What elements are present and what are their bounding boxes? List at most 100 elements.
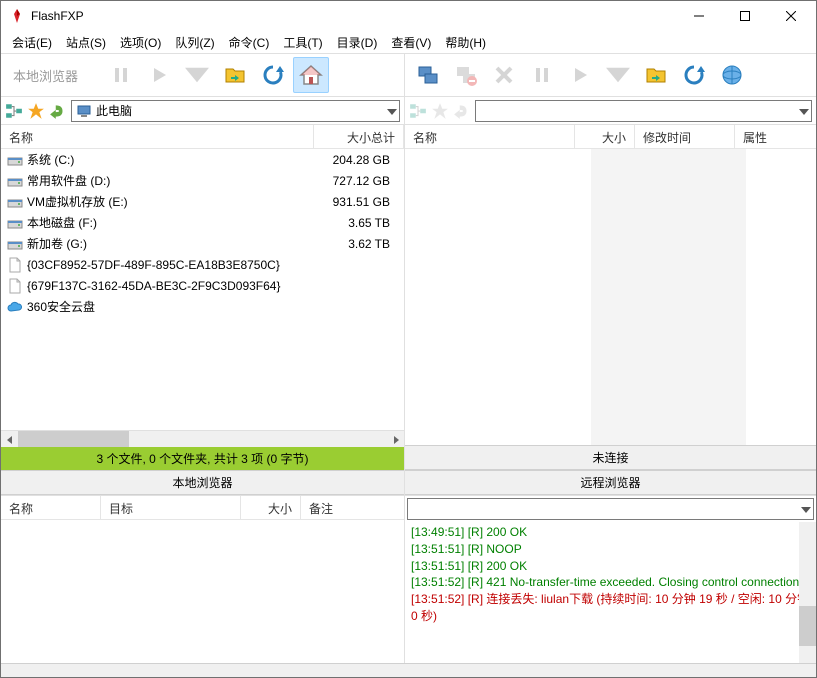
local-path-combo[interactable]: 此电脑 <box>71 100 400 122</box>
play-button[interactable] <box>141 57 177 93</box>
menu-options[interactable]: 选项(O) <box>113 32 168 53</box>
local-list-header: 名称 大小总计 <box>1 125 404 149</box>
chevron-down-icon <box>799 104 809 118</box>
file-row[interactable]: 360安全云盘 <box>1 296 404 317</box>
play-dropdown[interactable] <box>179 57 215 93</box>
menu-view[interactable]: 查看(V) <box>384 32 438 53</box>
col-r-size[interactable]: 大小 <box>575 125 635 148</box>
menu-directory[interactable]: 目录(D) <box>330 32 385 53</box>
close-button[interactable] <box>768 1 814 31</box>
log-line: [13:51:52] [R] 连接丢失: liulan下载 (持续时间: 10 … <box>411 591 810 625</box>
app-title: FlashFXP <box>31 9 676 23</box>
col-q-remark[interactable]: 备注 <box>301 496 404 519</box>
drive-icon <box>7 215 23 231</box>
col-r-attr[interactable]: 属性 <box>735 125 816 148</box>
file-row[interactable]: 本地磁盘 (F:)3.65 TB <box>1 212 404 233</box>
remote-back-icon[interactable] <box>453 102 471 120</box>
statusbar <box>1 663 816 677</box>
log-line: [13:49:51] [R] 200 OK <box>411 524 810 541</box>
pause-button[interactable] <box>103 57 139 93</box>
scroll-thumb-v[interactable] <box>799 606 816 646</box>
col-name[interactable]: 名称 <box>1 125 314 148</box>
queue-list[interactable] <box>1 520 404 663</box>
disconnect-button[interactable] <box>448 57 484 93</box>
file-row[interactable]: {03CF8952-57DF-489F-895C-EA18B3E8750C} <box>1 254 404 275</box>
app-window: FlashFXP 会话(E) 站点(S) 选项(O) 队列(Z) 命令(C) 工… <box>0 0 817 678</box>
remote-refresh-button[interactable] <box>676 57 712 93</box>
file-name: {679F137C-3162-45DA-BE3C-2F9C3D093F64} <box>27 279 318 293</box>
local-path-text: 此电脑 <box>96 102 132 119</box>
nav-row: 此电脑 <box>1 97 816 125</box>
favorite-icon[interactable] <box>27 102 45 120</box>
computer-icon <box>76 103 92 119</box>
drive-icon <box>7 152 23 168</box>
remote-tree-icon[interactable] <box>409 102 427 120</box>
connect-button[interactable] <box>410 57 446 93</box>
remote-label: 远程浏览器 <box>405 470 816 495</box>
col-q-size[interactable]: 大小 <box>241 496 301 519</box>
col-r-name[interactable]: 名称 <box>405 125 575 148</box>
remote-path-combo[interactable] <box>475 100 812 122</box>
file-row[interactable]: 系统 (C:)204.28 GB <box>1 149 404 170</box>
log-filter-combo[interactable] <box>407 498 814 520</box>
remote-transfer-button[interactable] <box>638 57 674 93</box>
remote-favorite-icon[interactable] <box>431 102 449 120</box>
file-name: VM虚拟机存放 (E:) <box>27 193 318 210</box>
menubar: 会话(E) 站点(S) 选项(O) 队列(Z) 命令(C) 工具(T) 目录(D… <box>1 31 816 53</box>
toolbar-remote <box>405 54 816 96</box>
file-name: 新加卷 (G:) <box>27 235 318 252</box>
abort-button[interactable] <box>486 57 522 93</box>
app-icon <box>9 8 25 24</box>
file-row[interactable]: {679F137C-3162-45DA-BE3C-2F9C3D093F64} <box>1 275 404 296</box>
menu-command[interactable]: 命令(C) <box>222 32 277 53</box>
file-row[interactable]: 新加卷 (G:)3.62 TB <box>1 233 404 254</box>
col-size[interactable]: 大小总计 <box>314 125 404 148</box>
remote-pause-button[interactable] <box>524 57 560 93</box>
scroll-thumb[interactable] <box>18 431 129 447</box>
refresh-button[interactable] <box>255 57 291 93</box>
queue-panel: 名称 目标 大小 备注 <box>1 496 405 663</box>
scroll-right-button[interactable] <box>387 431 404 448</box>
menu-queue[interactable]: 队列(Z) <box>168 32 221 53</box>
scroll-left-button[interactable] <box>1 431 18 448</box>
remote-panel: 名称 大小 修改时间 属性 未连接 远程浏览器 <box>405 125 816 495</box>
local-file-list[interactable]: 系统 (C:)204.28 GB常用软件盘 (D:)727.12 GBVM虚拟机… <box>1 149 404 430</box>
col-q-target[interactable]: 目标 <box>101 496 241 519</box>
file-size: 727.12 GB <box>318 174 398 188</box>
remote-play-button[interactable] <box>562 57 598 93</box>
tree-icon[interactable] <box>5 102 23 120</box>
drive-icon <box>7 173 23 189</box>
remote-file-list[interactable] <box>405 149 816 445</box>
file-name: 360安全云盘 <box>27 298 318 315</box>
nav-local: 此电脑 <box>1 97 405 124</box>
log-line: [13:51:51] [R] NOOP <box>411 541 810 558</box>
drive-icon <box>7 236 23 252</box>
drive-icon <box>7 194 23 210</box>
scrollbar-vertical[interactable] <box>799 522 816 663</box>
back-icon[interactable] <box>49 102 67 120</box>
file-row[interactable]: 常用软件盘 (D:)727.12 GB <box>1 170 404 191</box>
globe-button[interactable] <box>714 57 750 93</box>
transfer-folder-button[interactable] <box>217 57 253 93</box>
file-row[interactable]: VM虚拟机存放 (E:)931.51 GB <box>1 191 404 212</box>
scrollbar-horizontal[interactable] <box>1 430 404 447</box>
log-body[interactable]: [13:49:51] [R] 200 OK[13:51:51] [R] NOOP… <box>405 522 816 663</box>
main-area: 名称 大小总计 系统 (C:)204.28 GB常用软件盘 (D:)727.12… <box>1 125 816 495</box>
menu-session[interactable]: 会话(E) <box>5 32 59 53</box>
file-size: 931.51 GB <box>318 195 398 209</box>
col-r-modified[interactable]: 修改时间 <box>635 125 735 148</box>
cloud-icon <box>7 299 23 315</box>
menu-tools[interactable]: 工具(T) <box>276 32 329 53</box>
minimize-button[interactable] <box>676 1 722 31</box>
home-button[interactable] <box>293 57 329 93</box>
maximize-button[interactable] <box>722 1 768 31</box>
file-size: 3.65 TB <box>318 216 398 230</box>
menu-site[interactable]: 站点(S) <box>59 32 113 53</box>
col-q-name[interactable]: 名称 <box>1 496 101 519</box>
menu-help[interactable]: 帮助(H) <box>438 32 493 53</box>
scroll-track[interactable] <box>18 431 387 447</box>
log-line: [13:51:52] [R] 421 No-transfer-time exce… <box>411 574 810 591</box>
chevron-down-icon <box>801 502 811 516</box>
local-label: 本地浏览器 <box>1 470 404 495</box>
remote-play-dropdown[interactable] <box>600 57 636 93</box>
